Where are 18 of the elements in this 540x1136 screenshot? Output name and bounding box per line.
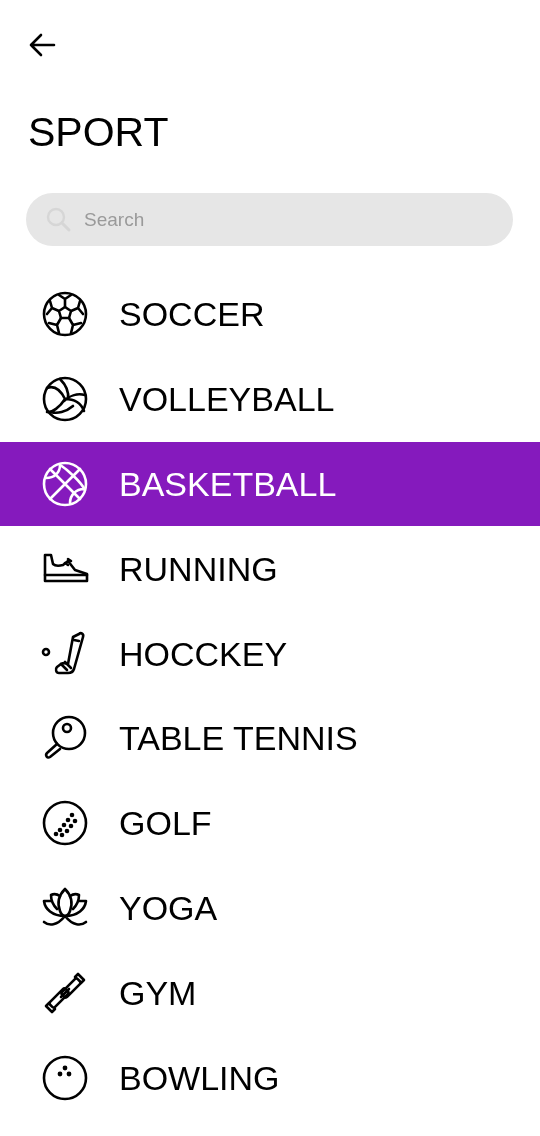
sport-item[interactable]: BASKETBALL bbox=[0, 441, 540, 527]
ball-icon bbox=[41, 290, 89, 339]
ball-icon bbox=[41, 460, 89, 508]
sport-item[interactable]: BOWLING bbox=[0, 1035, 540, 1120]
sport-item[interactable]: SOCCER bbox=[0, 272, 540, 357]
sport-item[interactable]: GYM bbox=[0, 950, 540, 1036]
sport-item[interactable]: YOGA bbox=[0, 865, 540, 951]
bowling-ball-icon bbox=[41, 1053, 89, 1102]
sport-item[interactable]: VOLLEYBALL bbox=[0, 356, 540, 442]
ball-icon bbox=[41, 375, 89, 424]
sport-item[interactable]: TABLE TENNIS bbox=[0, 696, 540, 781]
search-field[interactable]: Search bbox=[26, 193, 513, 246]
golf-ball-icon bbox=[41, 799, 89, 848]
back-arrow-icon bbox=[28, 33, 56, 57]
sport-item[interactable]: RUNNING bbox=[0, 526, 540, 612]
sport-item[interactable]: HOCCKEY bbox=[0, 611, 540, 696]
page-title: SPORT bbox=[28, 112, 170, 153]
sport-item[interactable]: GOLF bbox=[0, 780, 540, 866]
